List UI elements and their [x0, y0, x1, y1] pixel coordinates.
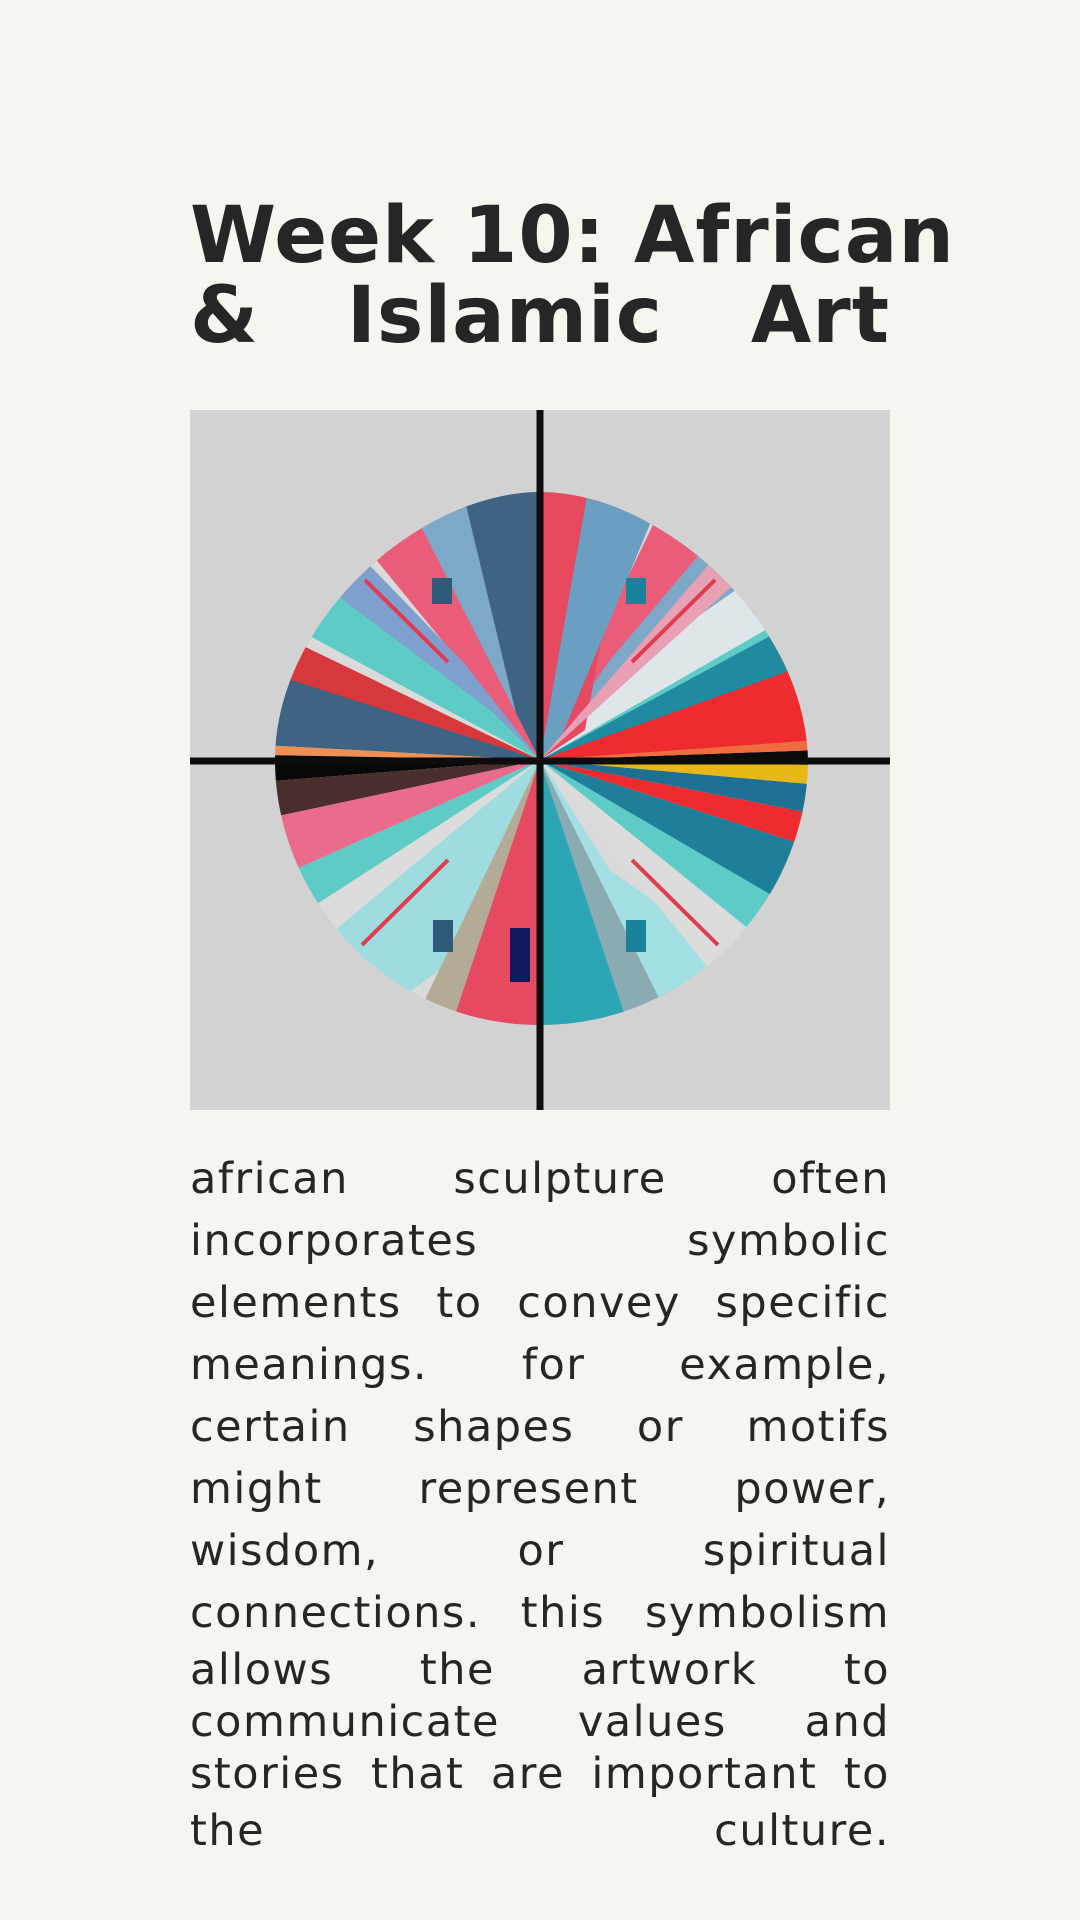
body-line: incorporates symbolic [190, 1216, 890, 1266]
artwork-image [190, 410, 890, 1110]
body-line: communicate values and [190, 1697, 890, 1747]
body-line: allows the artwork to [190, 1645, 890, 1695]
geometric-circle-artwork [190, 410, 890, 1110]
body-line: meanings. for example, [190, 1340, 890, 1390]
body-line: elements to convey specific [190, 1278, 890, 1328]
title-line-2: & Islamic Art [190, 271, 890, 361]
body-line: certain shapes or motifs [190, 1402, 890, 1452]
body-line: the culture. [190, 1806, 890, 1856]
body-line: wisdom, or spiritual [190, 1526, 890, 1576]
body-line: connections. this symbolism [190, 1588, 890, 1638]
article-page: Week 10: African & Islamic Art african s… [190, 0, 955, 1920]
body-line: african sculpture often [190, 1154, 890, 1204]
page-title: Week 10: African & Islamic Art [190, 191, 955, 361]
title-line-1: Week 10: African [190, 191, 955, 281]
body-line: might represent power, [190, 1464, 890, 1514]
body-paragraph: african sculpture often incorporates sym… [190, 1148, 890, 1862]
body-line: stories that are important to [190, 1749, 890, 1799]
